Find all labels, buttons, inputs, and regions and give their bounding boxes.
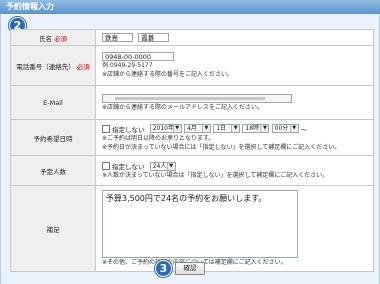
email-row: E-Mail ※店舗から連絡する際のメールアドレスをご記入ください。 (10, 85, 374, 120)
phone-label-cell: 電話番号（連絡先） 必須 (10, 45, 96, 86)
required-mark: 必須 (76, 62, 90, 71)
people-unspecified-checkbox[interactable] (102, 162, 110, 170)
chevron-down-icon: ▼ (172, 125, 181, 132)
people-count-value: 24人 (152, 162, 167, 170)
hour-value: 18時 (245, 125, 260, 132)
day-value: 1日 (216, 125, 227, 132)
datetime-row: 予約希望日時 指定しない 2010年 ▼ 4月 ▼ 1日 ▼ 18時 ▼ 00分 ▼ ～ … (10, 119, 374, 156)
people-count-select[interactable]: 24人 ▼ (149, 161, 176, 171)
phone-value-cell: 0948-00-0000 例:0949-29-5177 ※店舗から連絡する際の番… (95, 45, 374, 86)
date-unspecified-label: 指定しない (112, 125, 145, 134)
email-note: ※店舗から連絡する際のメールアドレスをご記入ください。 (102, 103, 264, 111)
section-title: 予約情報入力 (6, 2, 54, 11)
day-select[interactable]: 1日 ▼ (213, 124, 241, 133)
phone-note: ※店舗から連絡する際の番号をご記入ください。 (102, 71, 234, 78)
email-input[interactable] (102, 93, 292, 103)
minute-value: 00分 (274, 125, 289, 132)
people-value-cell: 指定しない 24人 ▼ ※人数が決まっていない場合は「指定しない」を選択して補足欄… (95, 155, 374, 186)
name-row: 氏名 必須 鉄島 霞碁 (10, 29, 374, 46)
phone-example: 例:0949-29-5177 (102, 62, 153, 69)
phone-row: 電話番号（連絡先） 必須 0948-00-0000 例:0949-29-5177… (10, 45, 374, 86)
remarks-row: 補足 予算3,500円で24名の予約をお願いします。 ※その他、ご予約の詳細な内… (10, 185, 374, 272)
people-unspecified-label: 指定しない (112, 163, 145, 171)
remarks-label-cell: 補足 (10, 185, 96, 272)
month-value: 4月 (186, 125, 197, 132)
remarks-label: 補足 (46, 225, 60, 234)
remarks-value-cell: 予算3,500円で24名の予約をお願いします。 ※その他、ご予約の詳細な内容につ… (95, 185, 374, 272)
range-tilde: ～ (300, 125, 308, 134)
first-name-input[interactable]: 霞碁 (138, 33, 170, 42)
chevron-down-icon: ▼ (260, 125, 269, 132)
email-label: E-Mail (43, 98, 63, 107)
people-row: 予定人数 指定しない 24人 ▼ ※人数が決まっていない場合は「指定しない」を選択… (10, 155, 374, 186)
datetime-note-2: ※予約日が決まっていない場合には「指定しない」を選択して補足欄にご記入ください。 (102, 143, 341, 151)
name-label: 氏名 (38, 34, 52, 43)
year-value: 2010年 (152, 125, 175, 132)
required-mark: 必須 (54, 34, 68, 43)
year-select[interactable]: 2010年 ▼ (149, 124, 182, 133)
people-label-cell: 予定人数 (10, 155, 96, 186)
section-header: 予約情報入力 (0, 0, 380, 14)
month-select[interactable]: 4月 ▼ (183, 124, 211, 133)
last-name-input[interactable]: 鉄島 (102, 33, 133, 42)
datetime-note-1: ※ご予約は明日以降のお承りとなります。 (102, 134, 215, 142)
datetime-label: 予約希望日時 (33, 134, 73, 143)
confirm-button[interactable]: 確認 (175, 262, 205, 275)
name-label-cell: 氏名 必須 (10, 29, 96, 46)
datetime-value-cell: 指定しない 2010年 ▼ 4月 ▼ 1日 ▼ 18時 ▼ 00分 ▼ ～ ※ご予約は明日… (95, 119, 374, 156)
reservation-form: 氏名 必須 鉄島 霞碁 電話番号（連絡先） 必須 0948-00-0000 例:… (10, 29, 374, 272)
name-value-cell: 鉄島 霞碁 (95, 29, 374, 46)
minute-select[interactable]: 00分 ▼ (271, 124, 299, 133)
email-value-cell: ※店舗から連絡する際のメールアドレスをご記入ください。 (95, 85, 374, 120)
email-blur (115, 97, 265, 100)
chevron-down-icon: ▼ (231, 125, 240, 132)
phone-input[interactable]: 0948-00-0000 (102, 52, 174, 61)
step-badge-3: 3 (155, 260, 172, 277)
email-label-cell: E-Mail (10, 85, 96, 120)
date-unspecified-checkbox[interactable] (102, 124, 110, 133)
chevron-down-icon: ▼ (289, 125, 298, 132)
people-label: 予定人数 (40, 167, 66, 176)
phone-label: 電話番号（連絡先） (16, 62, 75, 71)
remarks-textarea[interactable]: 予算3,500円で24名の予約をお願いします。 (102, 190, 298, 258)
chevron-down-icon: ▼ (201, 125, 210, 132)
people-note: ※人数が決まっていない場合は「指定しない」を選択して補足欄にご記入ください。 (102, 172, 329, 179)
chevron-down-icon: ▼ (166, 162, 175, 170)
datetime-label-cell: 予約希望日時 (10, 119, 96, 156)
hour-select[interactable]: 18時 ▼ (242, 124, 270, 133)
